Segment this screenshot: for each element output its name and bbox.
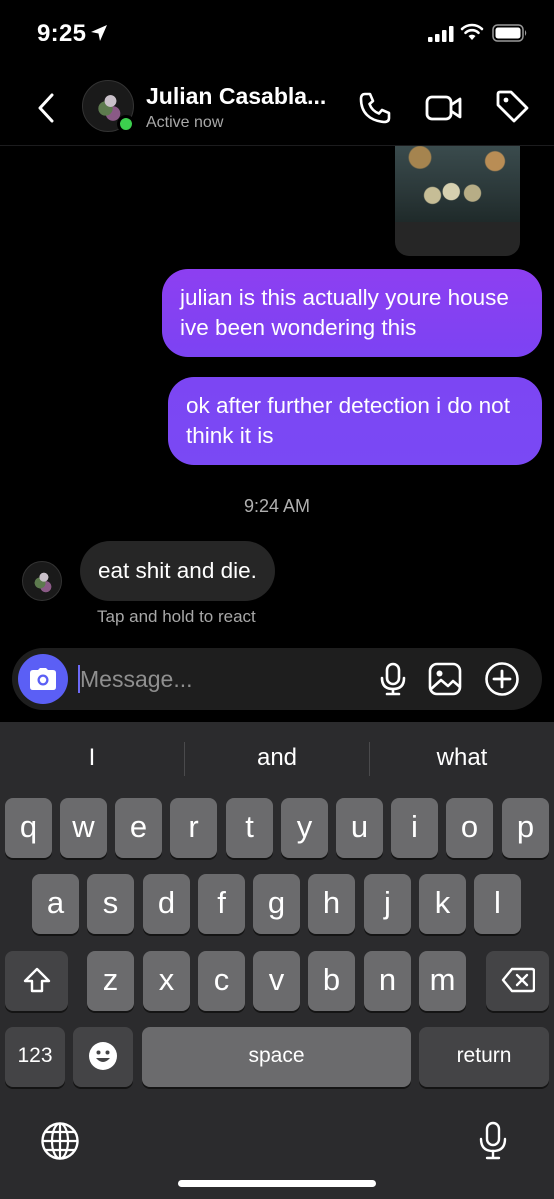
shared-image-thumbnail: [395, 146, 520, 222]
key-q[interactable]: q: [5, 798, 52, 858]
emoji-icon: [89, 1042, 117, 1070]
contact-avatar[interactable]: [82, 80, 136, 134]
keyboard: I and what q w e r t y u i o p a s d f g…: [0, 722, 554, 1199]
tag-icon[interactable]: [494, 88, 530, 126]
wifi-icon: [460, 23, 484, 40]
microphone-icon[interactable]: [376, 662, 410, 696]
outgoing-message[interactable]: ok after further detection i do not thin…: [168, 377, 542, 465]
messenger-screen: 9:25 Julian Casabla... Active now julian…: [0, 0, 554, 1199]
back-button[interactable]: [30, 88, 62, 128]
key-w[interactable]: w: [60, 798, 107, 858]
key-g[interactable]: g: [253, 874, 300, 934]
shift-icon: [23, 967, 50, 993]
cellular-signal-icon: [428, 26, 454, 42]
key-a[interactable]: a: [32, 874, 79, 934]
react-hint: Tap and hold to react: [97, 607, 256, 626]
message-timestamp: 9:24 AM: [243, 496, 311, 516]
suggestion-item[interactable]: I: [0, 722, 184, 794]
home-indicator[interactable]: [178, 1180, 376, 1187]
key-v[interactable]: v: [253, 951, 300, 1011]
key-l[interactable]: l: [474, 874, 521, 934]
chat-header: Julian Casabla... Active now: [0, 70, 554, 146]
incoming-message[interactable]: eat shit and die.: [80, 541, 275, 601]
suggestion-item[interactable]: what: [370, 722, 554, 794]
key-h[interactable]: h: [308, 874, 355, 934]
shared-image-message[interactable]: [395, 146, 520, 256]
key-r[interactable]: r: [170, 798, 217, 858]
key-s[interactable]: s: [87, 874, 134, 934]
shift-key[interactable]: [5, 951, 68, 1011]
key-e[interactable]: e: [115, 798, 162, 858]
key-b[interactable]: b: [308, 951, 355, 1011]
key-k[interactable]: k: [419, 874, 466, 934]
key-y[interactable]: y: [281, 798, 328, 858]
backspace-key[interactable]: [486, 951, 549, 1011]
status-bar: 9:25: [0, 0, 554, 70]
suggestion-item[interactable]: and: [185, 722, 369, 794]
key-o[interactable]: o: [446, 798, 493, 858]
return-key[interactable]: return: [419, 1027, 549, 1087]
battery-icon: [492, 24, 527, 42]
key-f[interactable]: f: [198, 874, 245, 934]
numbers-key[interactable]: 123: [5, 1027, 65, 1087]
emoji-key[interactable]: [73, 1027, 133, 1087]
camera-button[interactable]: [18, 654, 68, 704]
sender-avatar[interactable]: [22, 561, 62, 601]
key-u[interactable]: u: [336, 798, 383, 858]
contact-status: Active now: [146, 114, 224, 131]
message-input[interactable]: [80, 660, 370, 698]
video-camera-icon[interactable]: [424, 90, 464, 126]
key-j[interactable]: j: [364, 874, 411, 934]
key-c[interactable]: c: [198, 951, 245, 1011]
key-z[interactable]: z: [87, 951, 134, 1011]
phone-icon[interactable]: [357, 90, 393, 126]
plus-circle-icon[interactable]: [484, 661, 520, 697]
message-composer: [12, 648, 542, 710]
contact-name[interactable]: Julian Casabla...: [146, 83, 326, 110]
key-x[interactable]: x: [143, 951, 190, 1011]
online-status-dot: [117, 115, 135, 133]
key-n[interactable]: n: [364, 951, 411, 1011]
status-time: 9:25: [37, 20, 87, 47]
location-arrow-icon: [91, 25, 107, 41]
space-key[interactable]: space: [142, 1027, 411, 1087]
key-p[interactable]: p: [502, 798, 549, 858]
dictation-mic-icon[interactable]: [478, 1121, 508, 1161]
globe-icon[interactable]: [40, 1121, 80, 1161]
key-i[interactable]: i: [391, 798, 438, 858]
key-m[interactable]: m: [419, 951, 466, 1011]
back-chevron-icon: [38, 93, 54, 123]
camera-icon: [30, 668, 56, 690]
gallery-icon[interactable]: [428, 662, 462, 696]
key-t[interactable]: t: [226, 798, 273, 858]
predictive-suggestions: I and what: [0, 722, 554, 794]
message-list: julian is this actually youre house ive …: [0, 146, 554, 646]
key-d[interactable]: d: [143, 874, 190, 934]
backspace-icon: [501, 967, 535, 993]
outgoing-message[interactable]: julian is this actually youre house ive …: [162, 269, 542, 357]
